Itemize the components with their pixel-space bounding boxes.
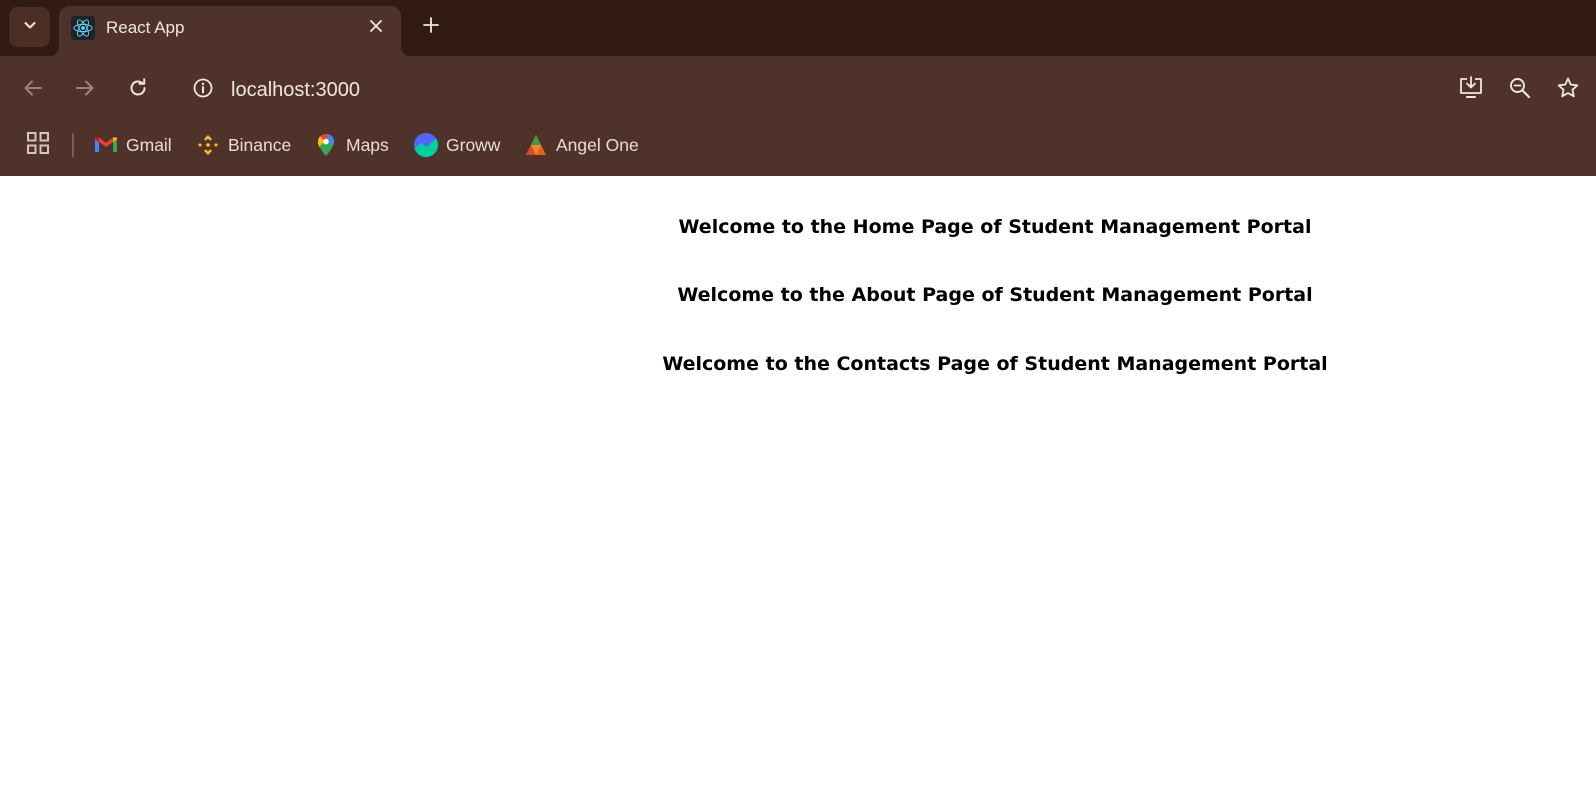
chevron-down-icon: [22, 17, 38, 38]
arrow-right-icon: [74, 77, 96, 104]
install-app-button[interactable]: [1457, 75, 1485, 105]
contacts-heading: Welcome to the Contacts Page of Student …: [662, 353, 1328, 375]
bookmark-label: Groww: [446, 134, 501, 155]
reload-button[interactable]: [124, 76, 152, 104]
zoom-button[interactable]: [1506, 76, 1534, 104]
bookmark-binance[interactable]: Binance: [196, 131, 291, 159]
react-logo-icon: [71, 16, 95, 40]
about-heading: Welcome to the About Page of Student Man…: [677, 284, 1313, 306]
maps-pin-icon: [314, 133, 338, 157]
bookmark-label: Maps: [346, 134, 389, 155]
tab-strip: React App: [0, 0, 1596, 56]
page-content: Welcome to the Home Page of Student Mana…: [0, 176, 1596, 808]
bookmark-label: Angel One: [556, 134, 639, 155]
bookmarks-divider: [72, 133, 74, 157]
bookmark-gmail[interactable]: Gmail: [94, 131, 172, 159]
site-info-button[interactable]: [191, 78, 215, 102]
zoom-out-icon: [1508, 76, 1532, 105]
home-heading: Welcome to the Home Page of Student Mana…: [678, 216, 1312, 238]
apps-button[interactable]: [25, 131, 51, 160]
tab-react-app[interactable]: React App: [49, 6, 411, 56]
apps-grid-icon: [26, 131, 50, 160]
browser-toolbar: localhost:3000 Gmail Binance Maps Groww …: [0, 56, 1596, 176]
bookmark-star-button[interactable]: [1554, 76, 1582, 104]
bookmark-angel-one[interactable]: Angel One: [524, 131, 639, 159]
plus-icon: [422, 16, 440, 39]
install-app-icon: [1458, 75, 1484, 105]
address-bar[interactable]: localhost:3000: [176, 69, 1421, 111]
new-tab-button[interactable]: [417, 13, 445, 41]
forward-button[interactable]: [71, 76, 99, 104]
gmail-icon: [94, 133, 118, 157]
bookmark-groww[interactable]: Groww: [414, 131, 500, 159]
angel-one-icon: [524, 133, 548, 157]
tab-search-button[interactable]: [9, 7, 50, 47]
url-text: localhost:3000: [231, 79, 360, 101]
close-icon: [369, 19, 383, 38]
bookmark-maps[interactable]: Maps: [314, 131, 389, 159]
bookmark-label: Binance: [228, 134, 292, 155]
bookmark-label: Gmail: [126, 134, 172, 155]
reload-icon: [127, 77, 149, 104]
star-icon: [1556, 76, 1580, 105]
binance-icon: [196, 133, 220, 157]
groww-icon: [414, 133, 438, 157]
info-icon: [192, 77, 214, 104]
back-button[interactable]: [19, 76, 47, 104]
arrow-left-icon: [22, 77, 44, 104]
tab-close-button[interactable]: [365, 17, 387, 39]
tab-title: React App: [106, 18, 185, 37]
